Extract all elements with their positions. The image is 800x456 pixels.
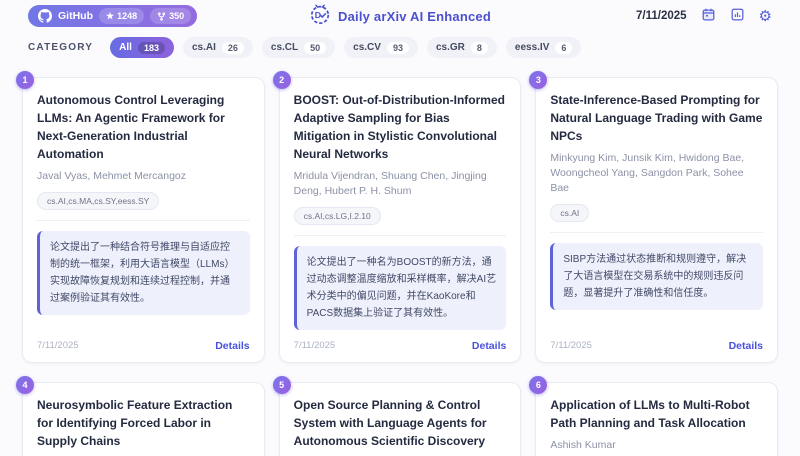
card-footer: 7/11/2025 Details [37,330,250,352]
paper-title: Open Source Planning & Control System wi… [293,397,487,448]
paper-card: 4 Neurosymbolic Feature Extraction for I… [16,375,265,456]
paper-title: Autonomous Control Leveraging LLMs: An A… [37,93,225,161]
category-count: 50 [304,41,327,54]
paper-title: Application of LLMs to Multi-Robot Path … [550,397,750,430]
paper-authors: Minkyung Kim, Junsik Kim, Hwidong Bae, W… [550,152,745,194]
category-count: 26 [221,41,244,54]
paper-card: 6 Application of LLMs to Multi-Robot Pat… [529,375,778,456]
paper-card: 2 BOOST: Out-of-Distribution-Informed Ad… [272,71,522,363]
details-link[interactable]: Details [729,340,763,352]
paper-grid: 1 Autonomous Control Leveraging LLMs: An… [0,67,800,456]
github-stars: ★ 1248 [99,8,145,24]
category-bar: CATEGORY All 183 cs.AI 26 cs.CL 50 cs.CV… [0,32,800,67]
category-count: 6 [555,41,573,54]
header-controls: 7/11/2025 ⚙ [636,7,772,25]
category-pill-cs-gr[interactable]: cs.GR 8 [426,37,497,58]
category-count: 8 [470,41,488,54]
paper-title: State-Inference-Based Prompting for Natu… [550,93,763,143]
paper-summary: SIBP方法通过状态推断和规则遵守，解决了大语言模型在交易系统中的规则违反问题，… [550,242,763,310]
category-pill-cs-cv[interactable]: cs.CV 93 [344,37,418,58]
abstract-section: SIBP方法通过状态推断和规则遵守，解决了大语言模型在交易系统中的规则违反问题，… [550,231,763,310]
paper-date: 7/11/2025 [37,340,79,352]
settings-button[interactable]: ⚙ [759,9,772,24]
github-icon [38,9,52,23]
card-number-badge: 5 [272,375,291,394]
paper-card: 3 State-Inference-Based Prompting for Na… [529,71,778,363]
calendar-icon [701,7,716,25]
abstract-section: 论文提出了一种结合符号推理与自适应控制的统一框架，利用大语言模型（LLMs）实现… [37,219,250,315]
abstract-section: 论文提出了一种名为BOOST的新方法，通过动态调整温度缩放和采样概率，解决AI艺… [293,234,507,330]
card-number-badge: 4 [16,375,34,394]
bar-chart-icon [730,7,745,25]
category-pill-cs-cl[interactable]: cs.CL 50 [261,37,336,58]
category-pill-all[interactable]: All 183 [110,37,174,58]
stats-button[interactable] [730,7,745,25]
paper-summary: 论文提出了一种名为BOOST的新方法，通过动态调整温度缩放和采样概率，解决AI艺… [293,245,507,330]
paper-authors: Ashish Kumar [550,438,616,451]
brand: D Daily arXiv AI Enhanced [309,0,491,32]
header: GitHub ★ 1248 350 D Daily arXiv AI Enhan… [0,0,800,32]
category-label: CATEGORY [28,42,94,53]
category-tag: cs.AI,cs.MA,cs.SY,eess.SY [37,191,160,210]
paper-title: BOOST: Out-of-Distribution-Informed Adap… [293,93,505,161]
card-number-badge: 2 [272,71,291,89]
gear-icon: ⚙ [758,7,772,25]
details-link[interactable]: Details [215,340,249,352]
current-date: 7/11/2025 [636,10,687,22]
category-tag: cs.AI,cs.LG,I.2.10 [293,206,381,225]
app-title: Daily arXiv AI Enhanced [338,8,491,24]
category-count: 183 [137,41,165,54]
card-number-badge: 3 [529,71,548,89]
app-logo-icon: D [309,3,331,30]
fork-icon [157,11,166,21]
details-link[interactable]: Details [472,340,506,352]
category-pill-eess-iv[interactable]: eess.IV 6 [505,37,582,58]
card-footer: 7/11/2025 Details [294,330,507,352]
paper-title: Neurosymbolic Feature Extraction for Ide… [37,397,233,448]
github-badge[interactable]: GitHub ★ 1248 350 [28,5,198,27]
paper-authors: Javal Vyas, Mehmet Mercangoz [37,170,187,182]
star-icon: ★ [106,10,115,21]
paper-date: 7/11/2025 [293,340,336,352]
github-label: GitHub [58,10,93,22]
card-number-badge: 1 [16,71,34,89]
category-count: 93 [386,41,409,54]
category-tag: cs.AI [550,203,590,222]
paper-date: 7/11/2025 [550,340,592,352]
card-footer: 7/11/2025 Details [550,330,763,352]
paper-card: 5 Open Source Planning & Control System … [272,375,522,456]
category-pill-cs-ai[interactable]: cs.AI 26 [182,37,253,58]
github-forks: 350 [150,8,192,24]
paper-card: 1 Autonomous Control Leveraging LLMs: An… [16,71,265,363]
paper-authors: Mridula Vijendran, Shuang Chen, Jingjing… [293,170,487,197]
paper-summary: 论文提出了一种结合符号推理与自适应控制的统一框架，利用大语言模型（LLMs）实现… [37,230,250,315]
calendar-button[interactable] [701,7,716,25]
card-number-badge: 6 [529,375,548,394]
